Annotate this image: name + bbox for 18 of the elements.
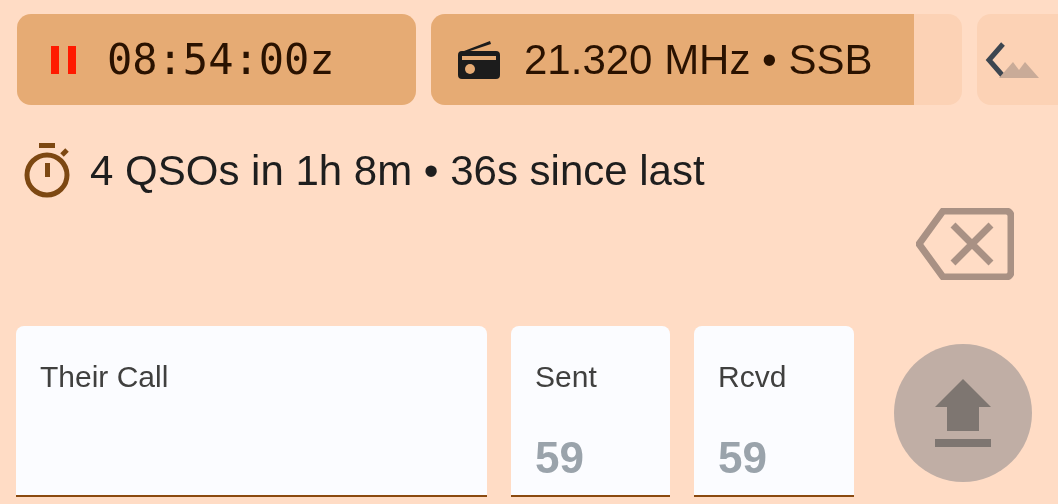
clock-time: 08:54:00z [107,34,335,86]
stats-text: 4 QSOs in 1h 8m • 36s since last [90,146,705,196]
radio-icon [458,40,500,79]
frequency-text: 21.320 MHz • SSB [524,35,873,85]
clock-chip[interactable]: 08:54:00z [17,14,416,105]
input-field[interactable]: Rcvd 59 [694,326,854,497]
stopwatch-icon [22,142,72,199]
input-field[interactable]: Sent 59 [511,326,670,497]
frequency-chip[interactable]: 21.320 MHz • SSB [431,14,962,105]
upload-icon [935,379,991,447]
field-label: Sent [535,359,598,395]
map-chip[interactable] [977,14,1058,105]
input-field[interactable]: Their Call [16,326,487,497]
field-placeholder: 59 [535,432,585,484]
field-placeholder: 59 [718,432,768,484]
field-label: Rcvd [718,359,788,395]
field-label: Their Call [40,359,170,395]
backspace-icon[interactable] [916,208,1014,280]
